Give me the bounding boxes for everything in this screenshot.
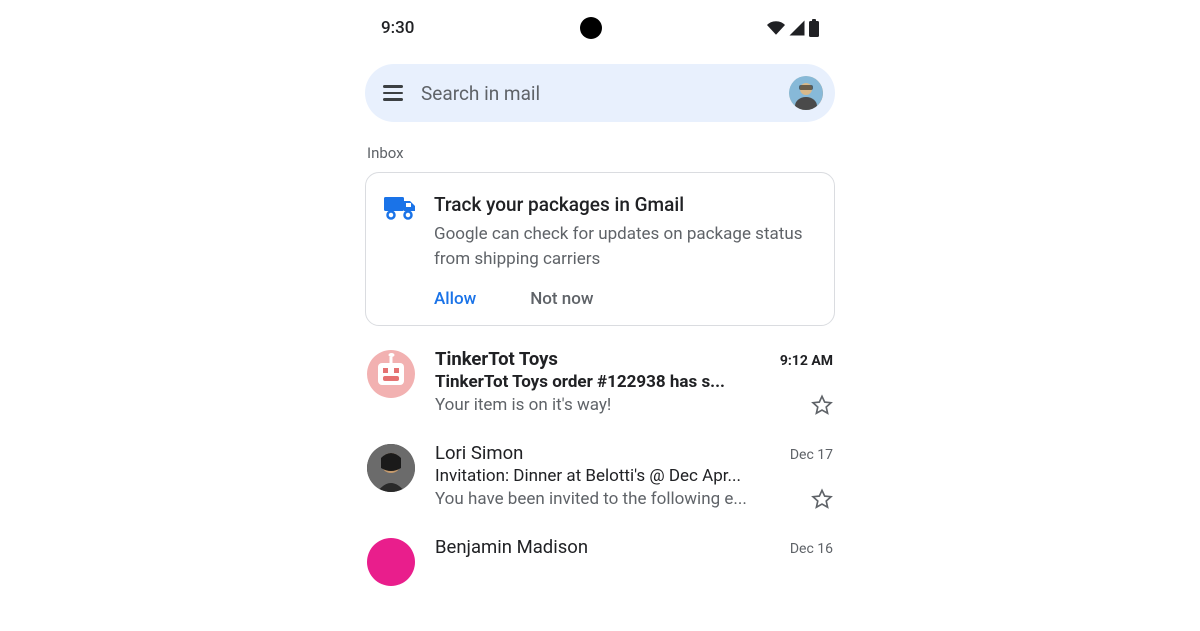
promo-actions: Allow Not now — [434, 289, 816, 309]
email-sender: Lori Simon — [435, 442, 523, 464]
robot-icon — [378, 363, 404, 385]
email-item[interactable]: Benjamin Madison Dec 16 — [367, 536, 833, 586]
email-sender: Benjamin Madison — [435, 536, 588, 558]
email-list: TinkerTot Toys 9:12 AM TinkerTot Toys or… — [361, 348, 839, 586]
email-content: Lori Simon Dec 17 Invitation: Dinner at … — [435, 442, 833, 510]
truck-icon — [384, 195, 416, 309]
promo-body: Track your packages in Gmail Google can … — [434, 193, 816, 309]
email-snippet: Your item is on it's way! — [435, 395, 801, 415]
sender-avatar[interactable] — [367, 444, 415, 492]
cellular-signal-icon — [788, 19, 806, 37]
email-item[interactable]: Lori Simon Dec 17 Invitation: Dinner at … — [367, 442, 833, 510]
email-time: Dec 17 — [790, 447, 833, 463]
sender-avatar[interactable] — [367, 538, 415, 586]
email-snippet: You have been invited to the following e… — [435, 489, 801, 509]
not-now-button[interactable]: Not now — [530, 289, 593, 309]
email-subject: Invitation: Dinner at Belotti's @ Dec Ap… — [435, 466, 833, 486]
menu-icon[interactable] — [383, 85, 403, 101]
email-time: 9:12 AM — [780, 353, 833, 369]
sender-avatar[interactable] — [367, 350, 415, 398]
search-input[interactable]: Search in mail — [421, 82, 771, 105]
camera-cutout-icon — [580, 17, 602, 39]
email-content: Benjamin Madison Dec 16 — [435, 536, 833, 586]
star-icon[interactable] — [811, 488, 833, 510]
search-bar[interactable]: Search in mail — [365, 64, 835, 122]
email-content: TinkerTot Toys 9:12 AM TinkerTot Toys or… — [435, 348, 833, 416]
email-subject: TinkerTot Toys order #122938 has s... — [435, 372, 833, 392]
promo-description: Google can check for updates on package … — [434, 222, 816, 271]
battery-icon — [809, 19, 819, 37]
star-icon[interactable] — [811, 394, 833, 416]
email-time: Dec 16 — [790, 541, 833, 557]
package-tracking-card: Track your packages in Gmail Google can … — [365, 172, 835, 326]
account-avatar[interactable] — [789, 76, 823, 110]
phone-frame: 9:30 Search in mail Inbox — [361, 0, 839, 631]
wifi-icon — [767, 19, 785, 37]
allow-button[interactable]: Allow — [434, 289, 476, 309]
status-bar: 9:30 — [361, 22, 839, 52]
email-sender: TinkerTot Toys — [435, 348, 558, 370]
promo-title: Track your packages in Gmail — [434, 193, 816, 216]
status-time: 9:30 — [381, 18, 414, 38]
status-indicators — [767, 19, 819, 37]
email-item[interactable]: TinkerTot Toys 9:12 AM TinkerTot Toys or… — [367, 348, 833, 416]
section-label: Inbox — [361, 122, 839, 172]
